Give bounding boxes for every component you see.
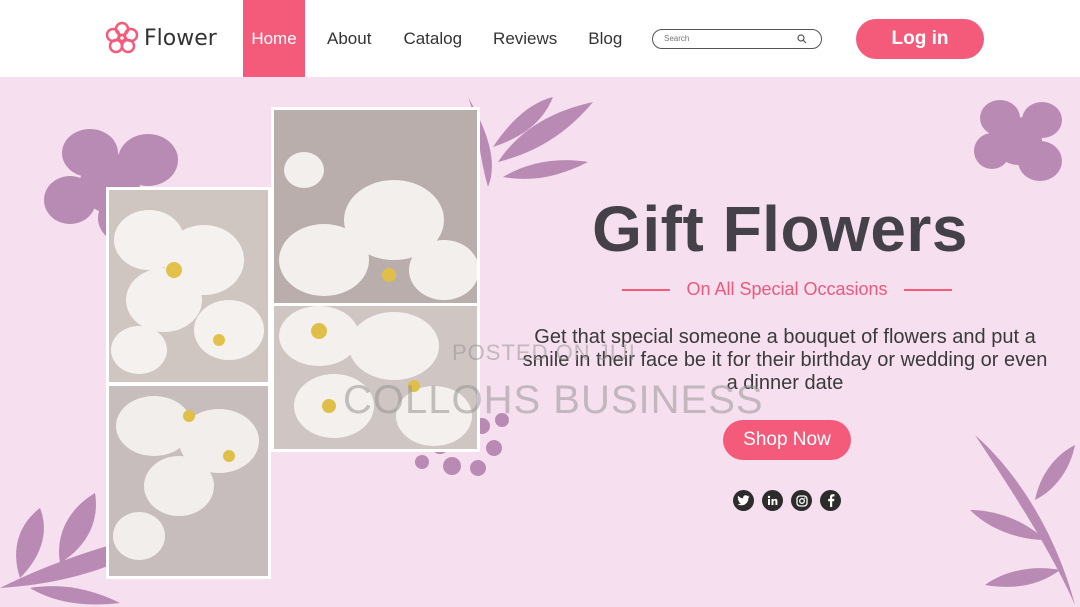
nav-reviews[interactable]: Reviews — [493, 0, 557, 77]
nav-home[interactable]: Home — [243, 0, 305, 77]
photo-blossom-2 — [106, 383, 271, 579]
hero-subtitle-row: On All Special Occasions — [622, 279, 952, 300]
main-nav: Home About Catalog Reviews Blog — [243, 0, 622, 77]
photo-blossom-3 — [271, 107, 480, 306]
hero-title: Gift Flowers — [592, 193, 968, 265]
search-icon[interactable] — [797, 34, 807, 44]
nav-catalog[interactable]: Catalog — [403, 0, 462, 77]
nav-about[interactable]: About — [327, 0, 371, 77]
search-input[interactable] — [664, 34, 794, 43]
login-button[interactable]: Log in — [856, 19, 984, 59]
divider-line-left — [622, 288, 670, 291]
twitter-icon[interactable] — [733, 490, 754, 511]
divider-line-right — [904, 288, 952, 291]
social-links — [733, 490, 841, 511]
shop-now-button[interactable]: Shop Now — [723, 420, 851, 460]
flower-decoration-top-right — [974, 100, 1062, 181]
leaf-decoration-bottom-right — [970, 435, 1075, 605]
logo[interactable]: Flower — [104, 20, 217, 56]
flower-logo-icon — [105, 21, 139, 54]
instagram-icon[interactable] — [791, 490, 812, 511]
hero-subtitle: On All Special Occasions — [686, 279, 888, 299]
photo-blossom-1 — [106, 187, 271, 385]
search-box — [652, 29, 822, 49]
watermark-business: COLLOHS BUSINESS — [343, 378, 764, 422]
nav-blog[interactable]: Blog — [588, 0, 622, 77]
watermark-posted: POSTED ON JIJI — [452, 340, 636, 365]
top-navbar: Flower Home About Catalog Reviews Blog L… — [0, 0, 1080, 77]
facebook-icon[interactable] — [820, 490, 841, 511]
linkedin-icon[interactable] — [762, 490, 783, 511]
logo-text: Flower — [144, 25, 217, 51]
